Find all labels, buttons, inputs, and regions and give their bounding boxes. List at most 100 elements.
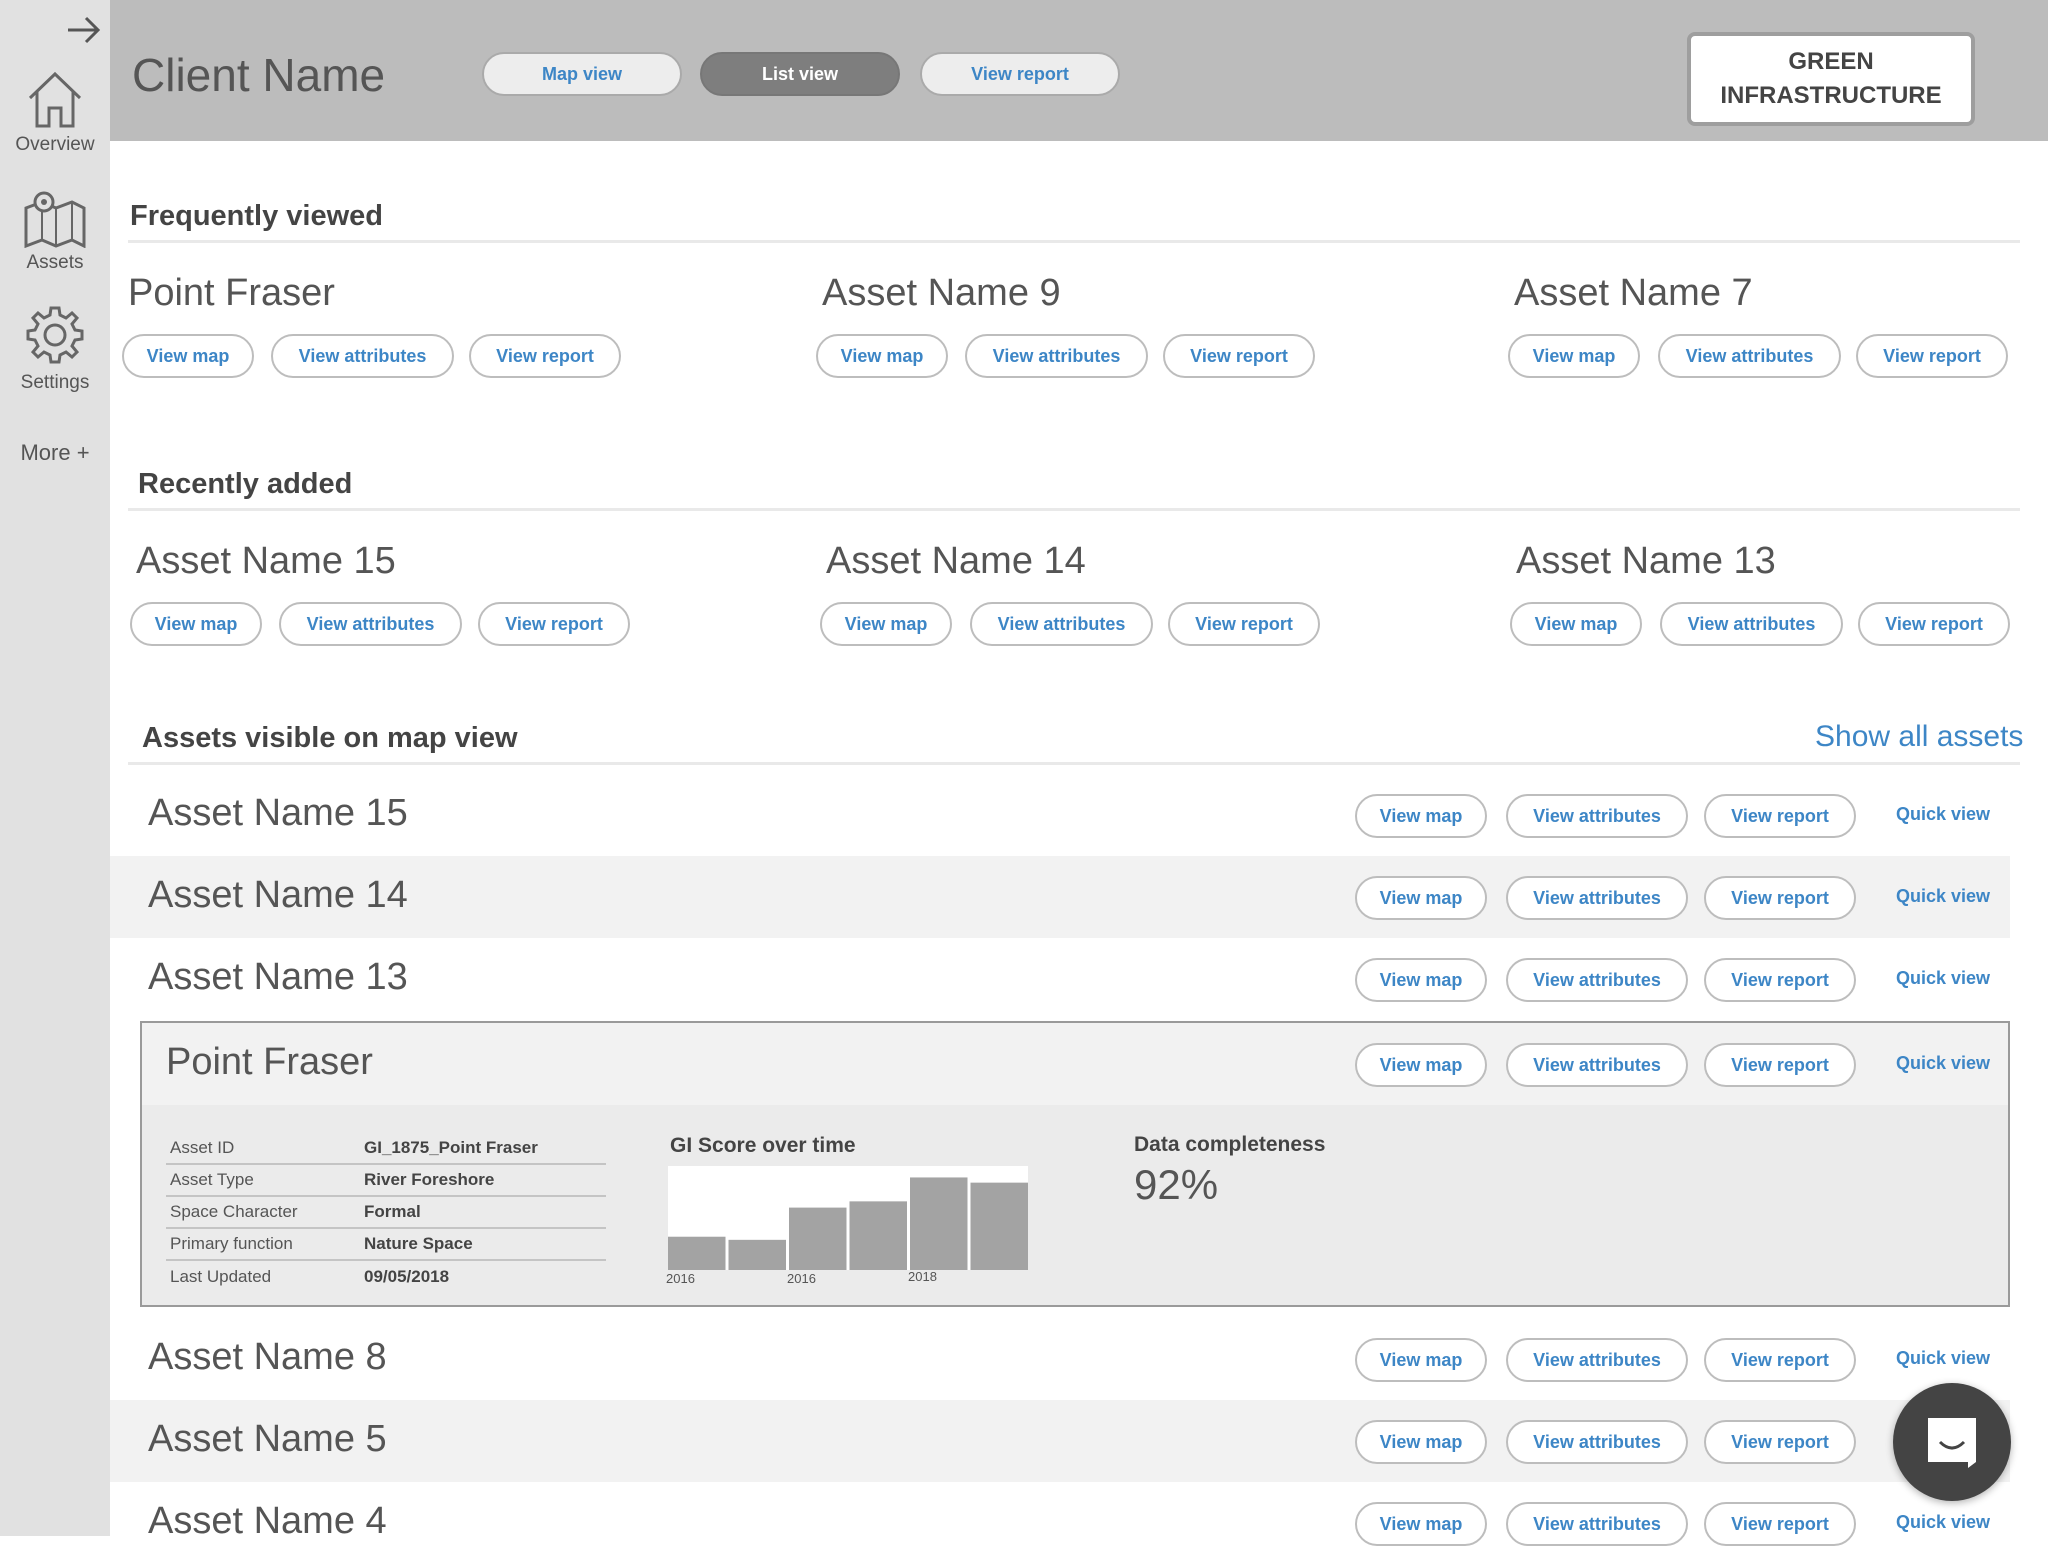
view-report-button[interactable]: View report [1856,334,2008,378]
view-attributes-button[interactable]: View attributes [1506,1420,1688,1464]
home-icon [28,71,82,128]
table-row: Last Updated 09/05/2018 [166,1261,606,1293]
brand-badge: GREEN INFRASTRUCTURE [1687,32,1975,126]
view-report-button[interactable]: View report [1168,602,1320,646]
expanded-asset-panel: Point Fraser View map View attributes Vi… [140,1021,2010,1307]
asset-row-name: Asset Name 5 [148,1418,387,1460]
view-map-button[interactable]: View map [122,334,254,378]
asset-card-name: Point Fraser [128,272,335,314]
gi-score-chart-title: GI Score over time [670,1134,856,1157]
attribute-value: Nature Space [364,1234,473,1253]
view-attributes-button[interactable]: View attributes [279,602,462,646]
view-map-button[interactable]: View map [1355,958,1487,1002]
tab-map-view[interactable]: Map view [482,52,682,96]
view-attributes-button[interactable]: View attributes [1658,334,1841,378]
view-map-button[interactable]: View map [1510,602,1642,646]
quick-view-link[interactable]: Quick view [1896,886,1990,907]
view-attributes-button[interactable]: View attributes [1506,1502,1688,1546]
section-title-frequently-viewed: Frequently viewed [130,200,384,232]
asset-row-name: Asset Name 4 [148,1500,387,1542]
view-map-button[interactable]: View map [820,602,952,646]
attribute-key: Primary function [170,1234,293,1253]
chart-tick-label: 2016 [666,1271,695,1286]
view-map-button[interactable]: View map [1355,1338,1487,1382]
chart-bar [849,1201,907,1270]
table-row: Asset Type River Foreshore [166,1165,606,1197]
gear-icon [26,306,84,364]
sidebar-item-overview[interactable]: Overview [0,68,110,156]
attribute-key: Asset Type [170,1170,254,1189]
show-all-assets-link[interactable]: Show all assets [1815,720,2023,754]
arrow-right-icon[interactable] [66,14,102,46]
view-report-button[interactable]: View report [1704,1043,1856,1087]
chart-tick-label: 2016 [787,1271,816,1286]
tab-list-view[interactable]: List view [700,52,900,96]
asset-row-name: Asset Name 15 [148,792,408,834]
attribute-key: Asset ID [170,1138,235,1157]
view-attributes-button[interactable]: View attributes [271,334,454,378]
sidebar-item-settings[interactable]: Settings [0,302,110,394]
view-report-button[interactable]: View report [1704,1338,1856,1382]
attribute-table: Asset ID GI_1875_Point Fraser Asset Type… [166,1133,606,1293]
brand-line-2: INFRASTRUCTURE [1720,82,1942,109]
gi-score-x-ticks: 2016 2016 2018 [666,1269,1048,1291]
attribute-value: 09/05/2018 [364,1267,450,1286]
view-map-button[interactable]: View map [1355,794,1487,838]
view-attributes-button[interactable]: View attributes [1506,876,1688,920]
asset-row-name: Point Fraser [166,1041,373,1083]
view-map-button[interactable]: View map [1355,1502,1487,1546]
asset-row-name: Asset Name 13 [148,956,408,998]
asset-card-name: Asset Name 14 [826,540,1086,582]
view-map-button[interactable]: View map [1355,876,1487,920]
map-icon [24,191,86,248]
chart-bar [728,1239,786,1270]
sidebar-item-label: Overview [15,134,95,155]
view-attributes-button[interactable]: View attributes [965,334,1148,378]
view-map-button[interactable]: View map [1508,334,1640,378]
view-map-button[interactable]: View map [1355,1420,1487,1464]
view-report-button[interactable]: View report [1858,602,2010,646]
asset-card-name: Asset Name 15 [136,540,396,582]
quick-view-link[interactable]: Quick view [1896,1348,1990,1369]
chart-bar [910,1177,968,1270]
sidebar-item-label: Assets [26,252,84,273]
sidebar-item-label: Settings [20,372,90,393]
view-map-button[interactable]: View map [816,334,948,378]
view-report-button[interactable]: View report [1704,1420,1856,1464]
asset-card-name: Asset Name 9 [822,272,1061,314]
section-title-recently-added: Recently added [138,468,353,500]
sidebar-item-assets[interactable]: Assets [0,190,110,274]
view-report-button[interactable]: View report [1704,958,1856,1002]
quick-view-link[interactable]: Quick view [1896,1512,1990,1533]
view-attributes-button[interactable]: View attributes [1660,602,1843,646]
view-report-button[interactable]: View report [469,334,621,378]
view-attributes-button[interactable]: View attributes [1506,958,1688,1002]
attribute-key: Space Character [170,1202,298,1221]
chat-launcher-button[interactable] [1893,1383,2011,1501]
view-report-button[interactable]: View report [1163,334,1315,378]
brand-line-1: GREEN [1788,48,1874,75]
view-report-button[interactable]: View report [1704,1502,1856,1546]
view-report-button[interactable]: View report [1704,794,1856,838]
asset-card-name: Asset Name 13 [1516,540,1776,582]
data-completeness-label: Data completeness [1134,1133,1326,1156]
tab-view-report[interactable]: View report [920,52,1120,96]
sidebar-more[interactable]: More + [0,440,110,466]
view-map-button[interactable]: View map [1355,1043,1487,1087]
attribute-key: Last Updated [170,1267,272,1286]
list-item: Asset Name 4 View map View attributes Vi… [110,1482,2010,1564]
quick-view-link[interactable]: Quick view [1896,968,1990,989]
view-report-button[interactable]: View report [478,602,630,646]
asset-row-name: Asset Name 14 [148,874,408,916]
view-attributes-button[interactable]: View attributes [1506,1043,1688,1087]
view-attributes-button[interactable]: View attributes [1506,794,1688,838]
view-attributes-button[interactable]: View attributes [970,602,1153,646]
quick-view-link[interactable]: Quick view [1896,804,1990,825]
list-item: Asset Name 13 View map View attributes V… [110,938,2010,1020]
view-report-button[interactable]: View report [1704,876,1856,920]
view-map-button[interactable]: View map [130,602,262,646]
quick-view-link[interactable]: Quick view [1896,1053,1990,1074]
attribute-value: GI_1875_Point Fraser [364,1138,538,1157]
asset-row-name: Asset Name 8 [148,1336,387,1378]
view-attributes-button[interactable]: View attributes [1506,1338,1688,1382]
